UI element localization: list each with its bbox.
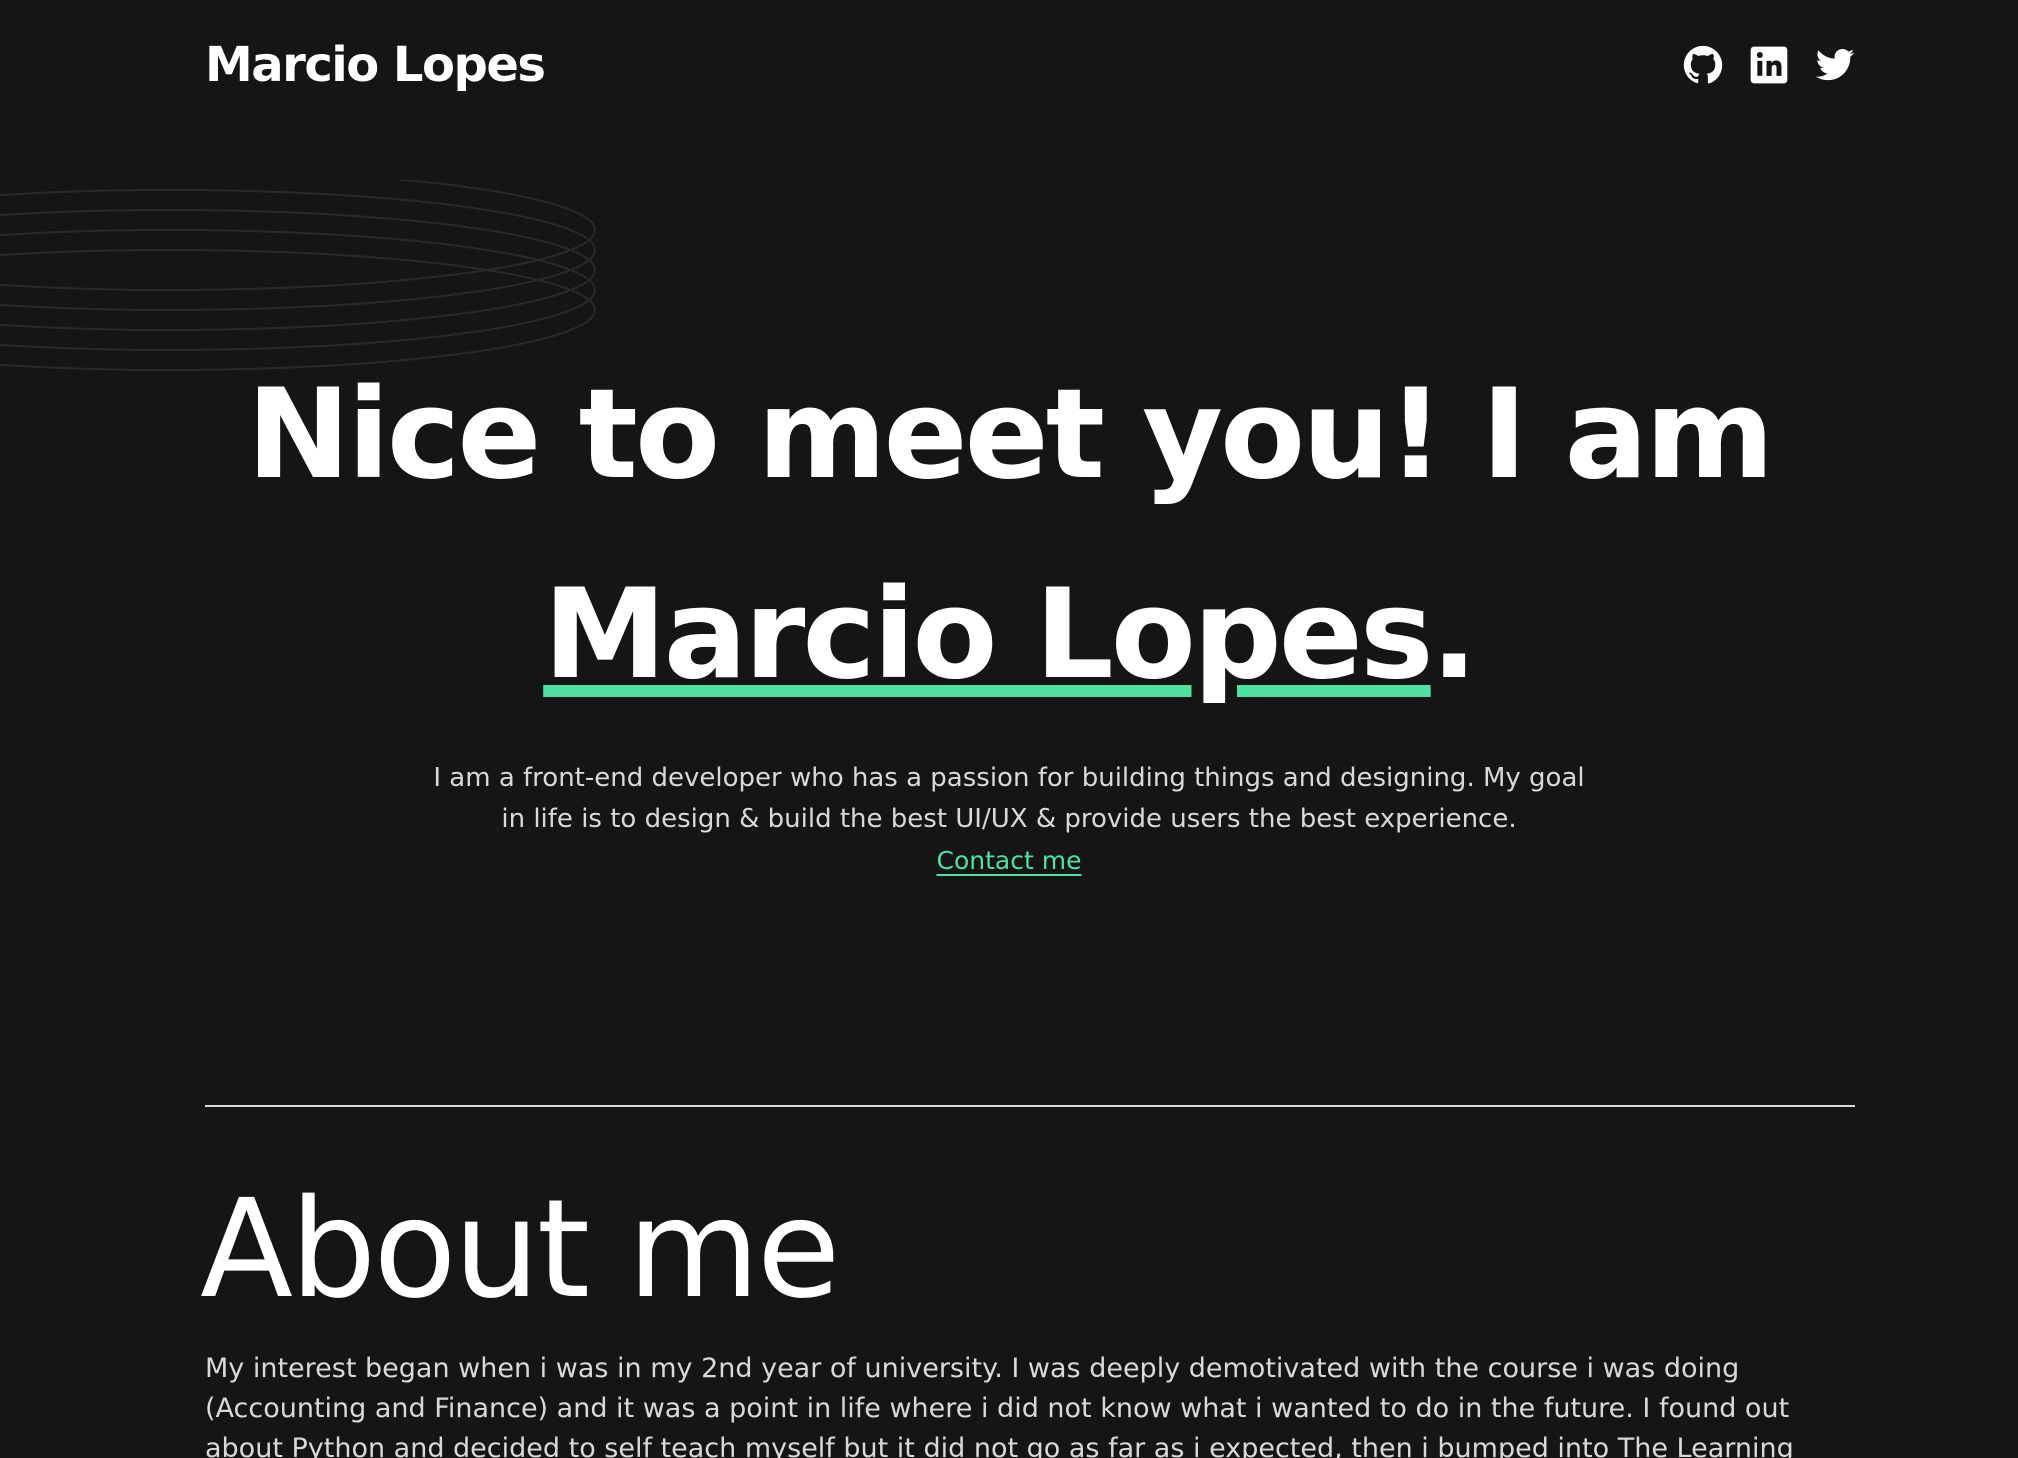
brand-logo[interactable]: Marcio Lopes [205,37,546,93]
twitter-icon [1815,48,1855,81]
social-links [1683,45,1855,85]
page: Marcio Lopes Nice to meet you! I am Marc… [0,0,2018,1458]
github-link[interactable] [1683,45,1723,85]
hero-intro-line-1: I am a front-end developer who has a pas… [433,763,1585,793]
section-divider [205,1105,1855,1107]
site-header: Marcio Lopes [205,30,1855,100]
twitter-link[interactable] [1815,45,1855,85]
hero-title-line-2: Marcio Lopes. [0,535,2018,735]
hero-intro-line-2: in life is to design & build the best UI… [501,804,1517,834]
hero-name-highlight: Marcio Lopes [543,563,1433,707]
hero-name-suffix: . [1430,563,1478,707]
linkedin-icon [1750,46,1788,84]
github-icon [1683,45,1723,84]
hero-intro: I am a front-end developer who has a pas… [0,758,2018,882]
hero-intro-text: I am a front-end developer who has a pas… [419,758,1599,840]
linkedin-link[interactable] [1749,45,1789,85]
contact-me-link[interactable]: Contact me [937,840,1082,881]
about-text: My interest began when i was in my 2nd y… [205,1353,1794,1458]
hero-title: Nice to meet you! I am Marcio Lopes. [0,335,2018,735]
about-title: About me [200,1171,840,1329]
hero-title-line-1: Nice to meet you! I am [246,363,1775,507]
